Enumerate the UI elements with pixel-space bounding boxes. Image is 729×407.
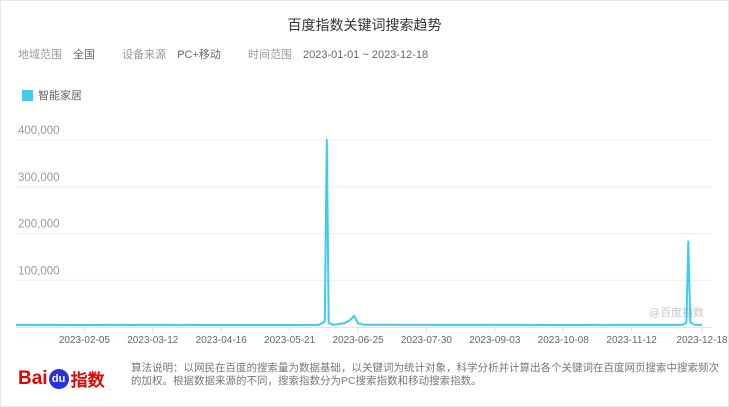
algorithm-note: 算法说明：以网民在百度的搜索量为数据基础，以关键词为统计对象，科学分析并计算出各… (131, 362, 719, 387)
x-tick-label: 2023-03-12 (127, 335, 179, 346)
x-tick-label: 2023-11-12 (606, 335, 657, 346)
watermark: @百度指数 (649, 305, 704, 319)
y-tick-label: 100,000 (18, 265, 60, 277)
logo-index: 指数 (70, 371, 105, 390)
series-line (15, 139, 703, 326)
x-tick-label: 2023-07-30 (401, 335, 453, 346)
logo-bai: Bai (18, 367, 48, 389)
line-chart: 100,000 200,000 300,000 400,000 2023-02-05 20… (15, 125, 728, 346)
x-tick-label: 2023-09-03 (469, 335, 521, 346)
y-tick-label: 200,000 (18, 219, 60, 231)
x-tick-label: 2023-10-08 (538, 335, 590, 346)
logo-du: du (48, 368, 69, 389)
y-tick-label: 300,000 (18, 172, 60, 184)
y-tick-label: 400,000 (18, 125, 60, 137)
x-tick-label: 2023-04-16 (196, 335, 248, 346)
baidu-index-logo: Bai du 指数 (18, 366, 105, 391)
x-tick-label: 2023-06-25 (332, 335, 384, 346)
x-tick-label: 2023-12-18 (676, 335, 728, 346)
x-tick-label: 2023-05-21 (264, 335, 316, 346)
x-tick-label: 2023-02-05 (59, 335, 111, 346)
